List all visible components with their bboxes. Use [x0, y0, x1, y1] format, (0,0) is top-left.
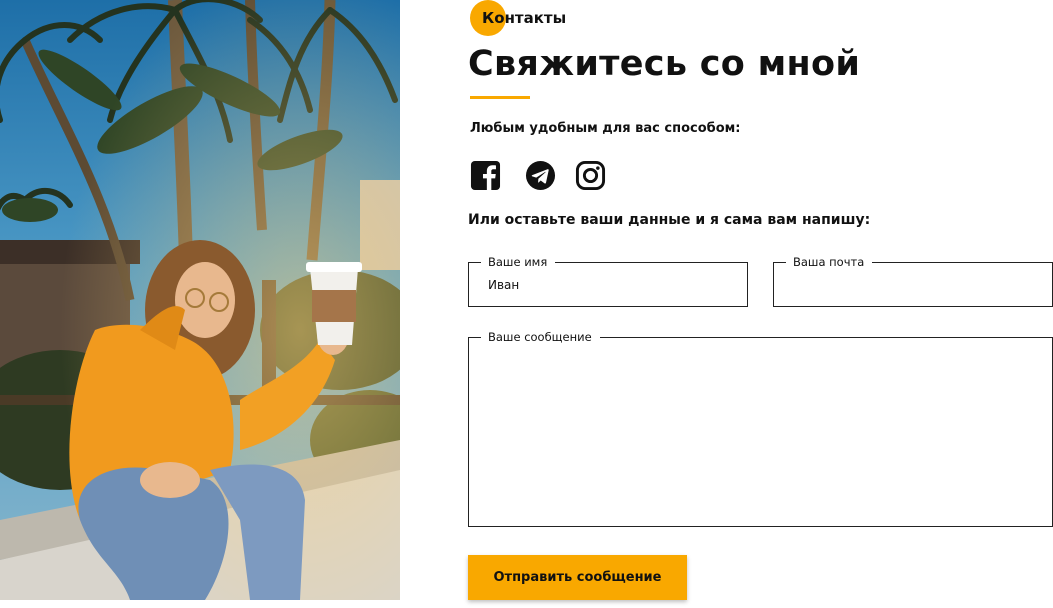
telegram-icon[interactable]	[525, 160, 557, 192]
title-underline	[470, 96, 530, 99]
name-input[interactable]	[488, 275, 738, 295]
photo-illustration	[0, 0, 400, 600]
submit-button[interactable]: Отправить сообщение	[468, 555, 687, 600]
facebook-icon[interactable]	[470, 160, 502, 192]
contact-section: Контакты Свяжитесь со мной Любым удобным…	[468, 0, 1053, 608]
message-field: Ваше сообщение	[468, 330, 1053, 527]
social-subtitle: Любым удобным для вас способом:	[470, 121, 741, 136]
section-tag-label: Контакты	[482, 9, 567, 27]
contact-photo	[0, 0, 400, 600]
form-subtitle: Или оставьте ваши данные и я сама вам на…	[468, 212, 871, 228]
email-label: Ваша почта	[786, 255, 873, 269]
instagram-icon[interactable]	[575, 160, 607, 192]
message-label: Ваше сообщение	[481, 330, 600, 344]
name-field: Ваше имя	[468, 255, 748, 307]
name-label: Ваше имя	[481, 255, 556, 269]
email-field: Ваша почта	[773, 255, 1053, 307]
email-input[interactable]	[793, 275, 1043, 295]
page-title: Свяжитесь со мной	[468, 44, 861, 84]
message-textarea[interactable]	[488, 358, 1028, 518]
